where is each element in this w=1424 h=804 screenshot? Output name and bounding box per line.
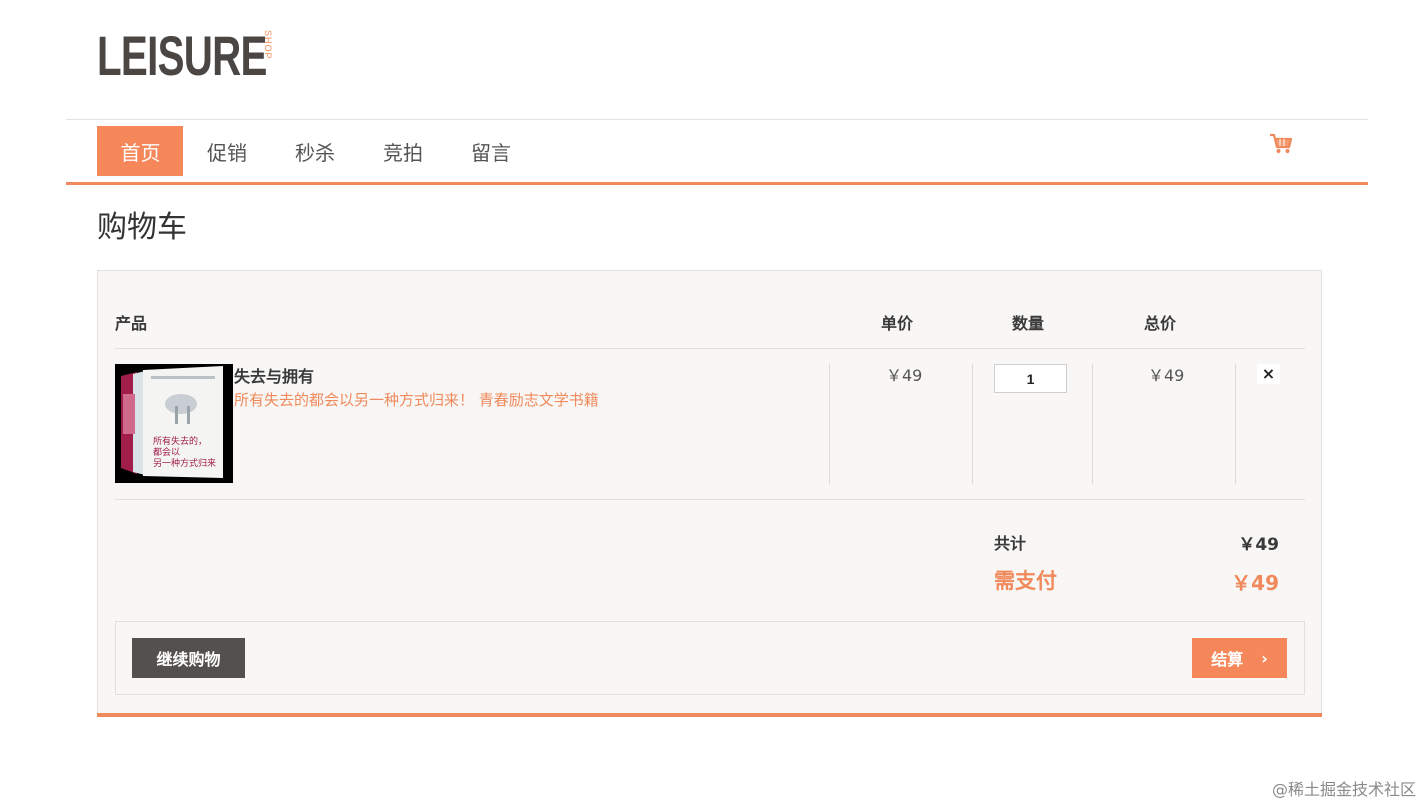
subtotal-value: ￥49 (1238, 535, 1279, 555)
column-separator (972, 364, 973, 484)
nav-top-divider (66, 119, 1368, 120)
site-logo[interactable]: LEISURE SHOP (97, 24, 273, 87)
remove-item-button[interactable]: × (1257, 364, 1280, 384)
checkout-button-label: 结算 (1211, 650, 1244, 669)
column-separator (1092, 364, 1093, 484)
svg-text:都会以: 都会以 (153, 446, 180, 458)
checkout-button[interactable]: 结算 › (1192, 638, 1287, 678)
product-name[interactable]: 失去与拥有 (234, 363, 314, 387)
payable-label: 需支付 (994, 569, 1057, 593)
main-nav: 首页 促销 秒杀 竞拍 留言 (97, 126, 535, 176)
nav-item-promotion[interactable]: 促销 (183, 126, 271, 176)
header-total: 总价 (1144, 314, 1177, 333)
nav-item-auction[interactable]: 竞拍 (359, 126, 447, 176)
header-quantity: 数量 (1012, 314, 1045, 333)
column-separator (1235, 364, 1236, 484)
nav-item-home[interactable]: 首页 (97, 126, 183, 176)
unit-price-value: ￥49 (886, 366, 923, 385)
product-description: 所有失去的都会以另一种方式归来！ 青春励志文学书籍 (234, 391, 599, 409)
nav-item-flash-sale[interactable]: 秒杀 (271, 126, 359, 176)
column-separator (829, 364, 830, 484)
product-image[interactable]: 所有失去的， 都会以 另一种方式归来 (115, 364, 233, 483)
subtotal-label: 共计 (994, 534, 1027, 553)
watermark: @稀土掘金技术社区 (1271, 780, 1416, 799)
total-price-value: ￥49 (1148, 366, 1185, 385)
svg-text:另一种方式归来: 另一种方式归来 (153, 457, 216, 469)
page-title: 购物车 (97, 210, 187, 245)
payable-value: ￥49 (1231, 571, 1279, 595)
header-unit-price: 单价 (881, 314, 914, 333)
nav-item-message[interactable]: 留言 (447, 126, 535, 176)
continue-shopping-button[interactable]: 继续购物 (132, 638, 245, 678)
logo-text: LEISURE (97, 24, 267, 87)
header-divider (115, 348, 1305, 349)
svg-text:所有失去的，: 所有失去的， (153, 435, 207, 447)
item-divider (115, 499, 1305, 500)
shopping-cart-icon[interactable] (1268, 131, 1294, 157)
chevron-right-icon: › (1261, 648, 1268, 668)
cart-actions-bar (115, 621, 1305, 695)
nav-bottom-divider (66, 182, 1368, 185)
quantity-input[interactable] (994, 364, 1067, 393)
header-product: 产品 (115, 314, 148, 333)
logo-subtext: SHOP (263, 30, 273, 60)
cart-panel-accent-border (97, 713, 1322, 717)
